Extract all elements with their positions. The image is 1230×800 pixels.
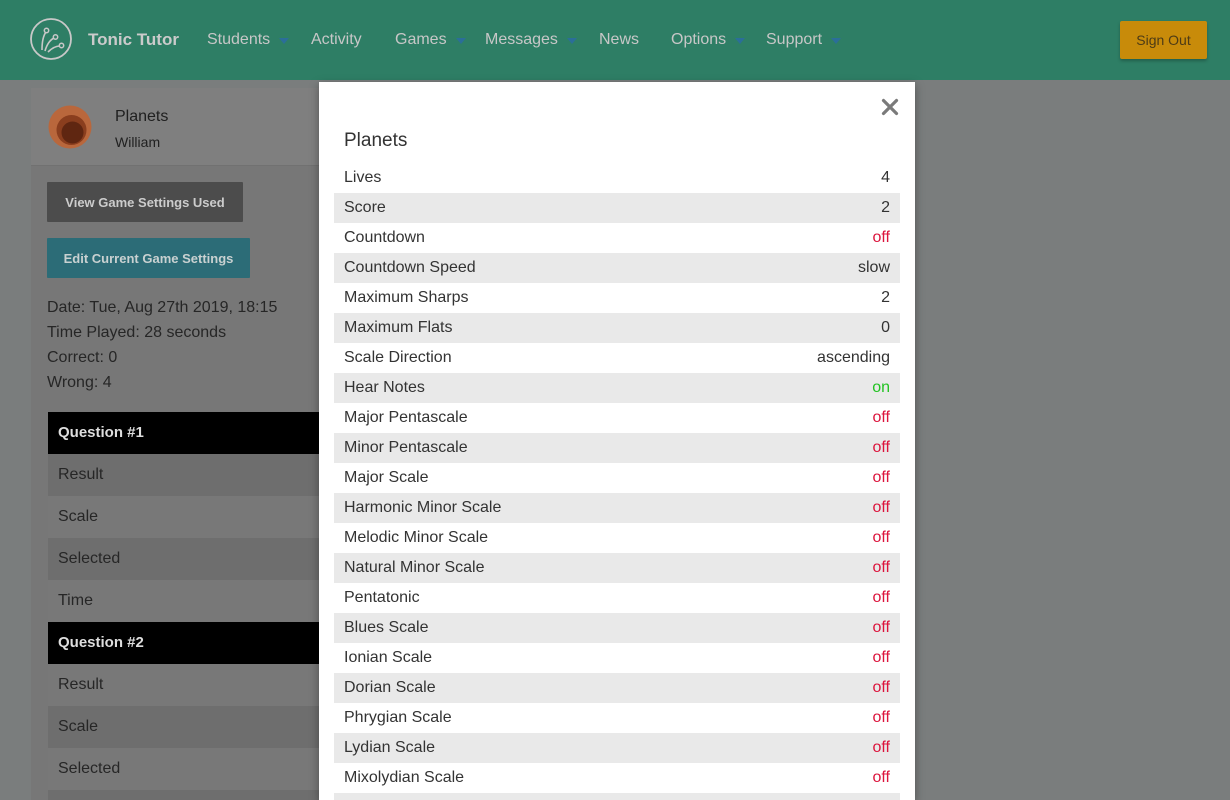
setting-row-minor-pentascale: Minor Pentascale off [334,433,900,463]
setting-label: Lydian Scale [344,739,436,756]
setting-row-score: Score 2 [334,193,900,223]
setting-label: Dorian Scale [344,679,436,696]
setting-value: off [872,229,891,246]
setting-label: Countdown [344,229,425,246]
setting-row-pentatonic: Pentatonic off [334,583,900,613]
setting-row-dorian-scale: Dorian Scale off [334,673,900,703]
setting-label: Maximum Flats [344,319,453,336]
setting-row-countdown: Countdown off [334,223,900,253]
setting-row-scale-direction: Scale Direction ascending [334,343,900,373]
setting-value: off [872,469,891,486]
setting-label: Ionian Scale [344,649,433,666]
setting-value: off [872,739,891,756]
setting-value: 2 [881,289,890,306]
setting-value: 2 [881,199,890,216]
setting-row-phrygian-scale: Phrygian Scale off [334,703,900,733]
setting-row-ionian-scale: Ionian Scale off [334,643,900,673]
settings-list: Lives 4 Score 2 Countdown off Countdown Speed s… [334,163,900,800]
setting-row-melodic-minor-scale: Melodic Minor Scale off [334,523,900,553]
setting-label: Minor Pentascale [344,439,468,456]
setting-value: ascending [817,349,890,366]
setting-value: 4 [881,169,890,186]
modal-title: Planets [344,130,408,151]
setting-value: on [872,379,890,396]
setting-row-mixolydian-scale: Mixolydian Scale off [334,763,900,793]
setting-row-countdown-speed: Countdown Speed slow [334,253,900,283]
setting-label: Natural Minor Scale [344,559,485,576]
setting-label: Harmonic Minor Scale [344,499,502,516]
setting-label: Blues Scale [344,619,429,636]
setting-value: off [872,769,891,786]
setting-row-harmonic-minor-scale: Harmonic Minor Scale off [334,493,900,523]
setting-label: Hear Notes [344,379,425,396]
setting-row-maximum-flats: Maximum Flats 0 [334,313,900,343]
setting-row-maximum-sharps: Maximum Sharps 2 [334,283,900,313]
setting-value: off [872,679,891,696]
setting-label: Score [344,199,386,216]
setting-value: off [872,559,891,576]
setting-label: Mixolydian Scale [344,769,465,786]
setting-value: off [872,529,891,546]
setting-label: Phrygian Scale [344,709,452,726]
setting-row-lydian-scale: Lydian Scale off [334,733,900,763]
setting-label: Countdown Speed [344,259,476,276]
setting-row-major-scale: Major Scale off [334,463,900,493]
setting-value: 0 [881,319,890,336]
setting-label: Scale Direction [344,349,452,366]
setting-label: Lives [344,169,382,186]
setting-value: off [872,589,891,606]
setting-row-major-pentascale: Major Pentascale off [334,403,900,433]
setting-row [334,793,900,800]
setting-label: Major Scale [344,469,429,486]
setting-label: Maximum Sharps [344,289,469,306]
setting-row-blues-scale: Blues Scale off [334,613,900,643]
close-icon[interactable] [880,97,900,117]
setting-value: off [872,619,891,636]
setting-value: off [872,439,891,456]
setting-value: slow [857,259,890,276]
setting-row-hear-notes: Hear Notes on [334,373,900,403]
setting-row-natural-minor-scale: Natural Minor Scale off [334,553,900,583]
setting-value: off [872,409,891,426]
setting-value: off [872,709,891,726]
setting-label: Major Pentascale [344,409,468,426]
setting-row-lives: Lives 4 [334,163,900,193]
setting-value: off [872,499,891,516]
setting-value: off [872,649,891,666]
setting-label: Melodic Minor Scale [344,529,489,546]
setting-label: Pentatonic [344,589,420,606]
game-settings-modal: Planets Lives 4 Score 2 Countdown off Countdow… [319,82,915,800]
